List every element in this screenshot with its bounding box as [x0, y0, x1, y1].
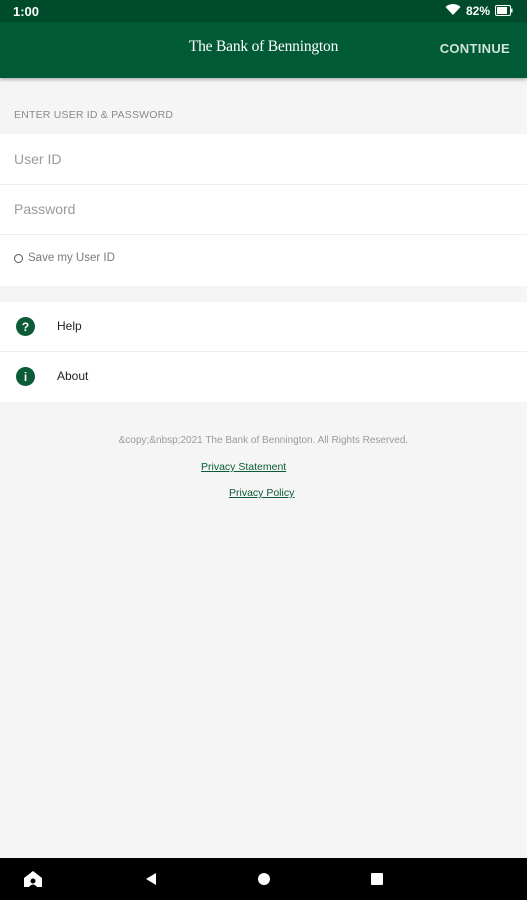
menu-card: ? Help i About [0, 302, 527, 402]
help-icon: ? [16, 317, 35, 336]
home-circle-icon[interactable] [250, 858, 278, 900]
menu-item-help[interactable]: ? Help [0, 302, 527, 351]
home-icon[interactable] [18, 858, 48, 900]
save-user-id-radio[interactable] [14, 253, 23, 263]
menu-item-about[interactable]: i About [0, 352, 527, 401]
back-icon[interactable] [138, 858, 164, 900]
copyright-text: &copy;&nbsp;2021 The Bank of Bennington.… [118, 435, 409, 446]
privacy-policy-link[interactable]: Privacy Policy [229, 487, 294, 499]
login-section-header: ENTER USER ID & PASSWORD [14, 109, 174, 121]
info-icon: i [16, 367, 35, 386]
battery-percent: 82% [465, 4, 490, 18]
privacy-statement-link[interactable]: Privacy Statement [201, 461, 286, 473]
continue-button[interactable]: CONTINUE [440, 41, 510, 56]
battery-icon [495, 4, 513, 19]
recents-icon[interactable] [363, 858, 391, 900]
wifi-icon [445, 3, 461, 19]
save-user-id-option[interactable]: Save my User ID [14, 252, 115, 264]
divider [0, 234, 527, 235]
login-card: Save my User ID [0, 134, 527, 286]
status-icons: 82% [445, 3, 513, 19]
password-input[interactable] [0, 184, 527, 234]
menu-item-label: Help [57, 319, 82, 333]
system-nav-bar [0, 858, 527, 900]
app-bar: The Bank of Bennington CONTINUE [0, 22, 527, 78]
menu-item-label: About [57, 369, 89, 383]
save-user-id-label: Save my User ID [28, 252, 115, 264]
status-bar: 1:00 82% [0, 0, 527, 22]
status-time: 1:00 [13, 4, 40, 19]
user-id-input[interactable] [0, 134, 527, 184]
